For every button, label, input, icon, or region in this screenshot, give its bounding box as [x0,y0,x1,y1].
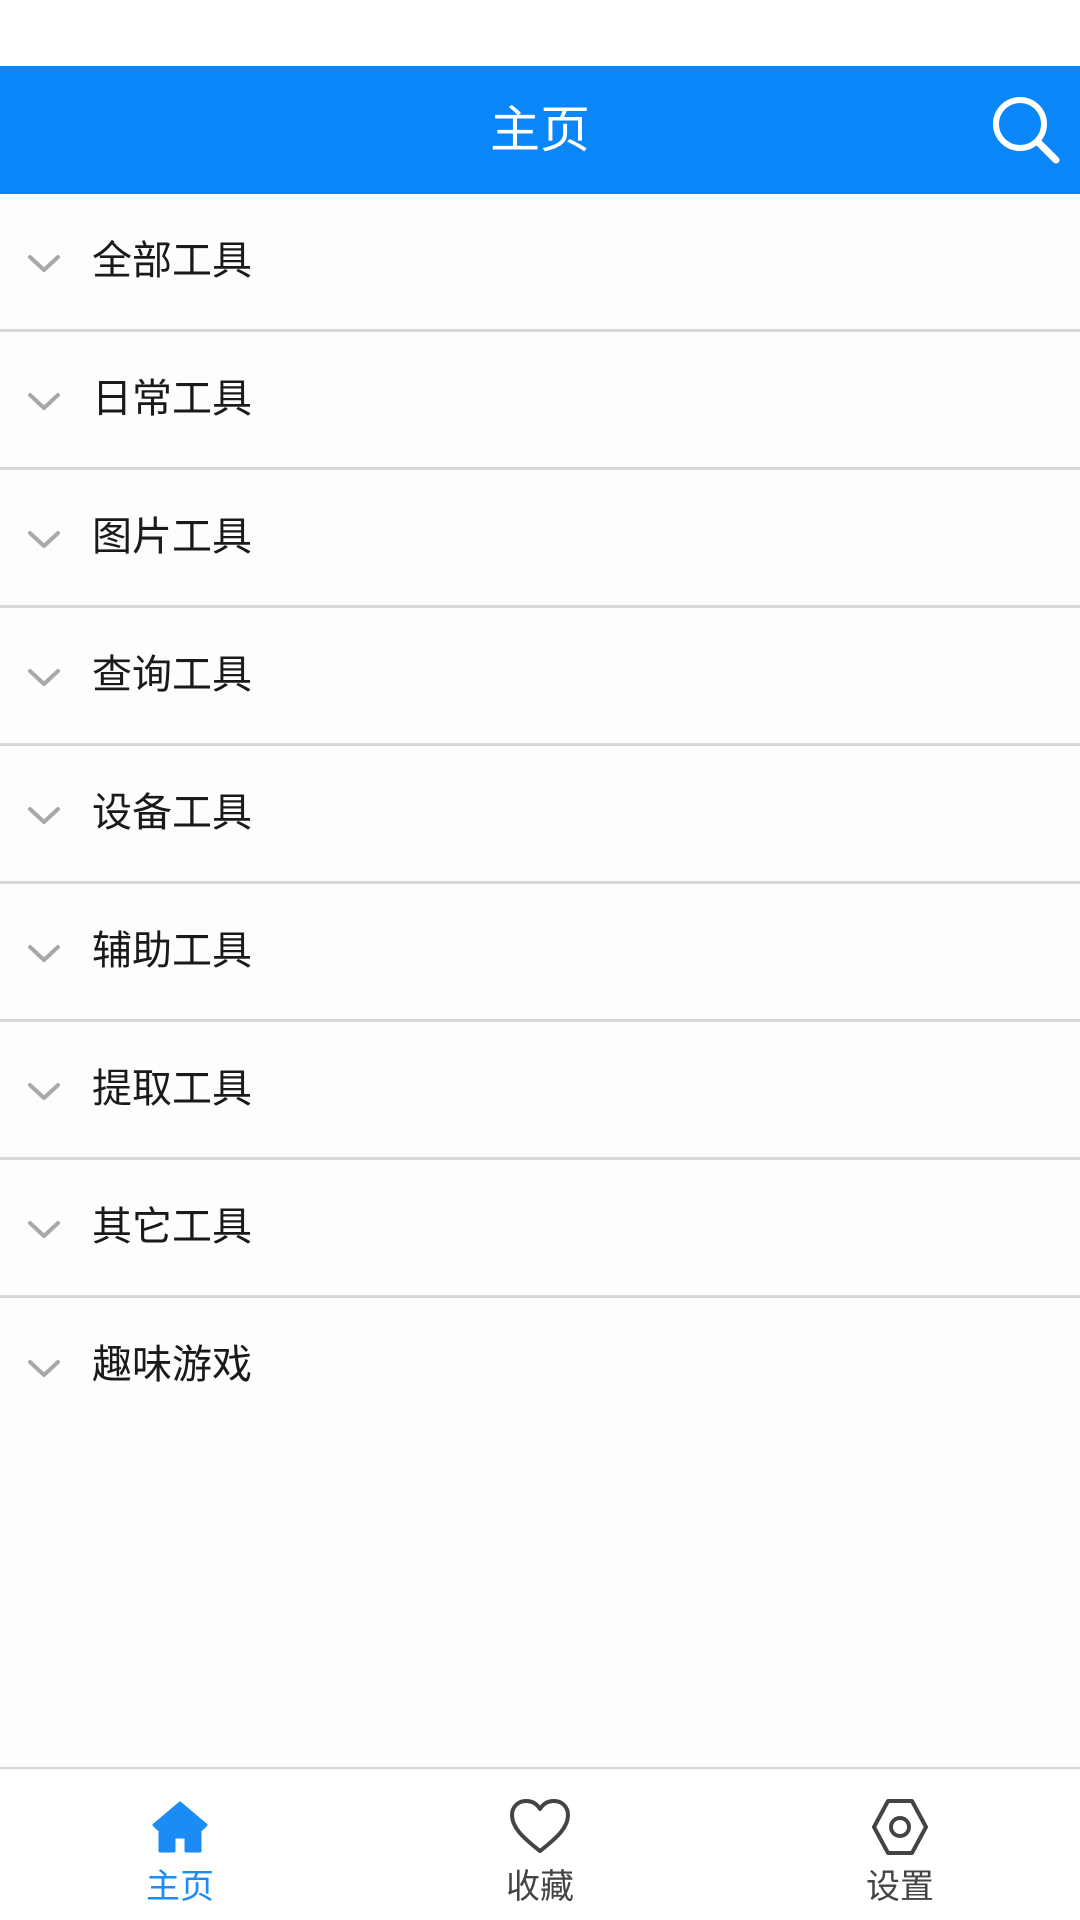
category-label: 查询工具 [92,652,252,698]
category-item-extract-tools[interactable]: 提取工具 [0,1022,1080,1160]
category-label: 图片工具 [92,514,252,560]
settings-icon [868,1795,932,1859]
category-label: 其它工具 [92,1204,252,1250]
chevron-down-icon [24,244,64,284]
nav-item-home[interactable]: 主页 [0,1769,360,1920]
category-item-query-tools[interactable]: 查询工具 [0,608,1080,746]
category-item-daily-tools[interactable]: 日常工具 [0,332,1080,470]
category-item-all-tools[interactable]: 全部工具 [0,194,1080,332]
heart-icon [508,1795,572,1859]
category-item-image-tools[interactable]: 图片工具 [0,470,1080,608]
chevron-down-icon [24,520,64,560]
chevron-down-icon [24,1349,64,1389]
chevron-down-icon [24,796,64,836]
home-icon [148,1795,212,1859]
category-item-other-tools[interactable]: 其它工具 [0,1160,1080,1298]
category-item-device-tools[interactable]: 设备工具 [0,746,1080,884]
nav-item-favorites[interactable]: 收藏 [360,1769,720,1920]
nav-item-settings[interactable]: 设置 [720,1769,1080,1920]
search-button[interactable] [986,90,1066,170]
app-root: 主页 全部工具 日常工具 图片工具 查询工具 设备工具 辅助工具 提取工具 其它… [0,0,1080,1920]
category-label: 辅助工具 [92,928,252,974]
chevron-down-icon [24,1210,64,1250]
nav-label-favorites: 收藏 [506,1867,574,1907]
app-bar: 主页 [0,66,1080,194]
status-bar [0,0,1080,66]
category-label: 全部工具 [92,238,252,284]
category-label: 趣味游戏 [92,1342,252,1388]
nav-label-home: 主页 [146,1867,214,1907]
page-title: 主页 [490,101,590,159]
chevron-down-icon [24,1072,64,1112]
category-label: 提取工具 [92,1066,252,1112]
chevron-down-icon [24,382,64,422]
chevron-down-icon [24,658,64,698]
category-item-fun-games[interactable]: 趣味游戏 [0,1298,1080,1436]
category-label: 设备工具 [92,790,252,836]
category-list: 全部工具 日常工具 图片工具 查询工具 设备工具 辅助工具 提取工具 其它工具 … [0,194,1080,1436]
chevron-down-icon [24,934,64,974]
nav-label-settings: 设置 [866,1867,934,1907]
search-icon [993,97,1060,164]
category-label: 日常工具 [92,376,252,422]
category-item-assist-tools[interactable]: 辅助工具 [0,884,1080,1022]
bottom-nav: 主页 收藏 设置 [0,1767,1080,1920]
